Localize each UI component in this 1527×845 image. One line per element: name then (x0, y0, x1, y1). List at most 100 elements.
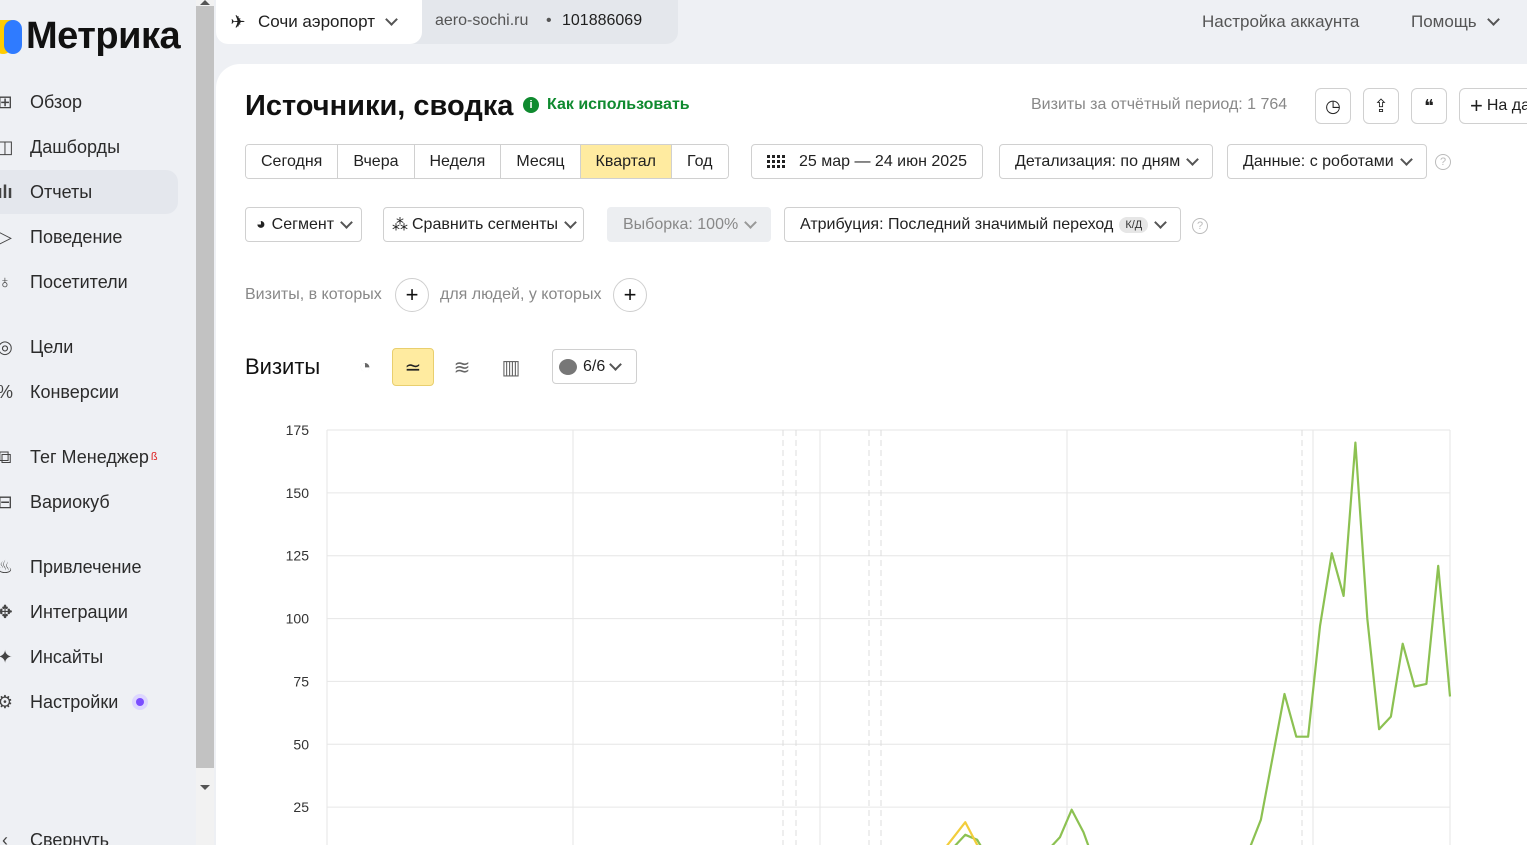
segment-label: Сегмент (271, 215, 335, 233)
counter-id: 101886069 (562, 12, 643, 29)
chart-type-line[interactable]: ≃ (392, 348, 434, 386)
scroll-thumb[interactable] (196, 6, 214, 768)
add-to-dashboard-button[interactable]: + На да (1459, 88, 1527, 124)
counter-name: Сочи аэропорт (258, 12, 375, 31)
chevron-down-icon (609, 357, 623, 371)
how-to-use-link[interactable]: i Как использовать (523, 96, 690, 114)
compare-label: Сравнить сегменты (412, 215, 559, 233)
sidebar-item-integrations[interactable]: ✥ Интеграции (0, 590, 178, 634)
chevron-down-icon (1154, 215, 1168, 229)
question-icon[interactable]: ? (1192, 218, 1208, 234)
sample-label: Выборка: 100% (623, 215, 739, 233)
chevron-down-icon (385, 13, 398, 26)
scroll-down-icon[interactable] (200, 785, 210, 790)
detail-label: Детализация: по дням (1015, 152, 1181, 170)
sidebar-item-goals[interactable]: ◎ Цели (0, 325, 178, 369)
people-filter-label: для людей, у которых (440, 286, 602, 303)
chart-type-pie[interactable]: ◔ (344, 348, 386, 386)
line-chart-icon: ≃ (404, 356, 422, 379)
detail-select[interactable]: Детализация: по дням (999, 144, 1214, 179)
counter-site[interactable]: aero-sochi.ru (435, 12, 528, 30)
sidebar-item-label: Инсайты (30, 646, 104, 667)
sparkle-icon: ✦ (0, 646, 13, 667)
attribution-select[interactable]: Атрибуция: Последний значимый переход К/… (784, 207, 1182, 242)
sidebar-item-visitors[interactable]: ♁ Посетители (0, 260, 178, 304)
bar-chart-icon: ılı (0, 181, 13, 202)
area-chart-icon: ≋ (453, 356, 471, 379)
export-button[interactable]: ⇪ (1363, 88, 1399, 124)
sidebar-collapse-label: Свернуть (30, 829, 109, 845)
period-month[interactable]: Месяц (501, 145, 581, 178)
sidebar-item-insights[interactable]: ✦ Инсайты (0, 635, 178, 679)
sidebar-item-variocube[interactable]: ⊟ Вариокуб (0, 480, 178, 524)
data-label: Данные: с роботами (1243, 152, 1394, 170)
plus-icon: + (1470, 93, 1483, 118)
chart-type-area[interactable]: ≋ (441, 348, 483, 386)
sidebar-item-label: Привлечение (30, 556, 142, 577)
segment-button[interactable]: ◕ Сегмент (245, 207, 363, 242)
period-week[interactable]: Неделя (414, 145, 502, 178)
question-icon[interactable]: ? (1435, 154, 1451, 170)
y-tick-label: 175 (286, 422, 310, 438)
counter-separator: • (546, 12, 552, 29)
puzzle-icon: ✥ (0, 601, 13, 622)
sidebar: Метрика ⊞ Обзор ◫ Дашборды ılı Отчеты ▷ Пове… (0, 0, 196, 845)
annotations-button[interactable]: 6/6 (552, 349, 637, 384)
chevron-down-icon (1486, 13, 1500, 26)
fire-icon: ♨ (0, 556, 14, 577)
period-selector: Сегодня Вчера Неделя Месяц Квартал Год (245, 144, 729, 179)
sample-select[interactable]: Выборка: 100% (607, 207, 772, 242)
data-select[interactable]: Данные: с роботами (1227, 144, 1427, 179)
help-menu[interactable]: Помощь (1411, 12, 1500, 32)
visits-chart[interactable]: 175 150 125 100 75 50 25 (216, 400, 1527, 845)
add-visits-filter-button[interactable]: + (395, 278, 429, 312)
compare-segments-button[interactable]: ⁂ Сравнить сегменты (383, 207, 585, 242)
grid-icon: ⊞ (0, 91, 13, 112)
date-range-picker[interactable]: 25 мар — 24 июн 2025 (751, 144, 983, 179)
calendar-icon (767, 155, 785, 168)
sidebar-item-label: Тег Менеджер (30, 446, 149, 467)
share-icon: ⇪ (1373, 95, 1389, 116)
sidebar-item-label: Вариокуб (30, 491, 110, 512)
sidebar-item-conversions[interactable]: % Конверсии (0, 370, 178, 414)
period-quarter[interactable]: Квартал (580, 145, 673, 178)
chevron-down-icon (340, 215, 353, 229)
sidebar-item-tag-manager[interactable]: ⧉ Тег Менеджер ß (0, 435, 178, 479)
sidebar-item-settings[interactable]: ⚙ Настройки (0, 680, 178, 724)
series-line-green (954, 441, 1452, 845)
account-settings-link[interactable]: Настройка аккаунта (1202, 12, 1359, 32)
sidebar-item-label: Дашборды (30, 136, 120, 157)
counter-select[interactable]: ✈ Сочи аэропорт (216, 0, 422, 44)
add-people-filter-button[interactable]: + (613, 278, 647, 312)
sidebar-item-label: Цели (30, 336, 74, 357)
sidebar-scrollbar[interactable] (196, 0, 214, 845)
sidebar-item-acquisition[interactable]: ♨ Привлечение (0, 545, 178, 589)
plane-icon: ✈ (230, 11, 246, 32)
scroll-up-icon[interactable] (200, 0, 210, 5)
drops-icon: ⁂ (392, 216, 408, 234)
period-today[interactable]: Сегодня (246, 145, 339, 178)
series-line-yellow (946, 821, 979, 845)
help-menu-label: Помощь (1411, 12, 1477, 31)
metrika-logo-icon (0, 16, 24, 56)
chart-type-bar[interactable]: ▥ (490, 348, 532, 386)
sidebar-item-label: Обзор (30, 91, 82, 112)
sidebar-item-reports[interactable]: ılı Отчеты (0, 170, 178, 214)
clock-icon: ◷ (1325, 95, 1341, 116)
history-button[interactable]: ◷ (1315, 88, 1351, 124)
period-yesterday[interactable]: Вчера (338, 145, 415, 178)
sidebar-collapse[interactable]: ‹ Свернуть (0, 818, 178, 845)
sidebar-item-dashboards[interactable]: ◫ Дашборды (0, 125, 178, 169)
tag-icon: ⧉ (0, 446, 12, 467)
how-to-use-label: Как использовать (547, 96, 690, 113)
sidebar-item-behavior[interactable]: ▷ Поведение (0, 215, 178, 259)
logo-text: Метрика (26, 14, 181, 57)
period-year[interactable]: Год (672, 145, 728, 178)
plus-icon: + (405, 282, 419, 307)
notification-dot (132, 694, 149, 710)
percent-icon: % (0, 381, 16, 403)
sidebar-item-overview[interactable]: ⊞ Обзор (0, 80, 178, 124)
comments-button[interactable]: ❝ (1411, 88, 1447, 124)
metrika-logo[interactable]: Метрика (0, 14, 181, 58)
annotations-count: 6/6 (583, 357, 606, 375)
